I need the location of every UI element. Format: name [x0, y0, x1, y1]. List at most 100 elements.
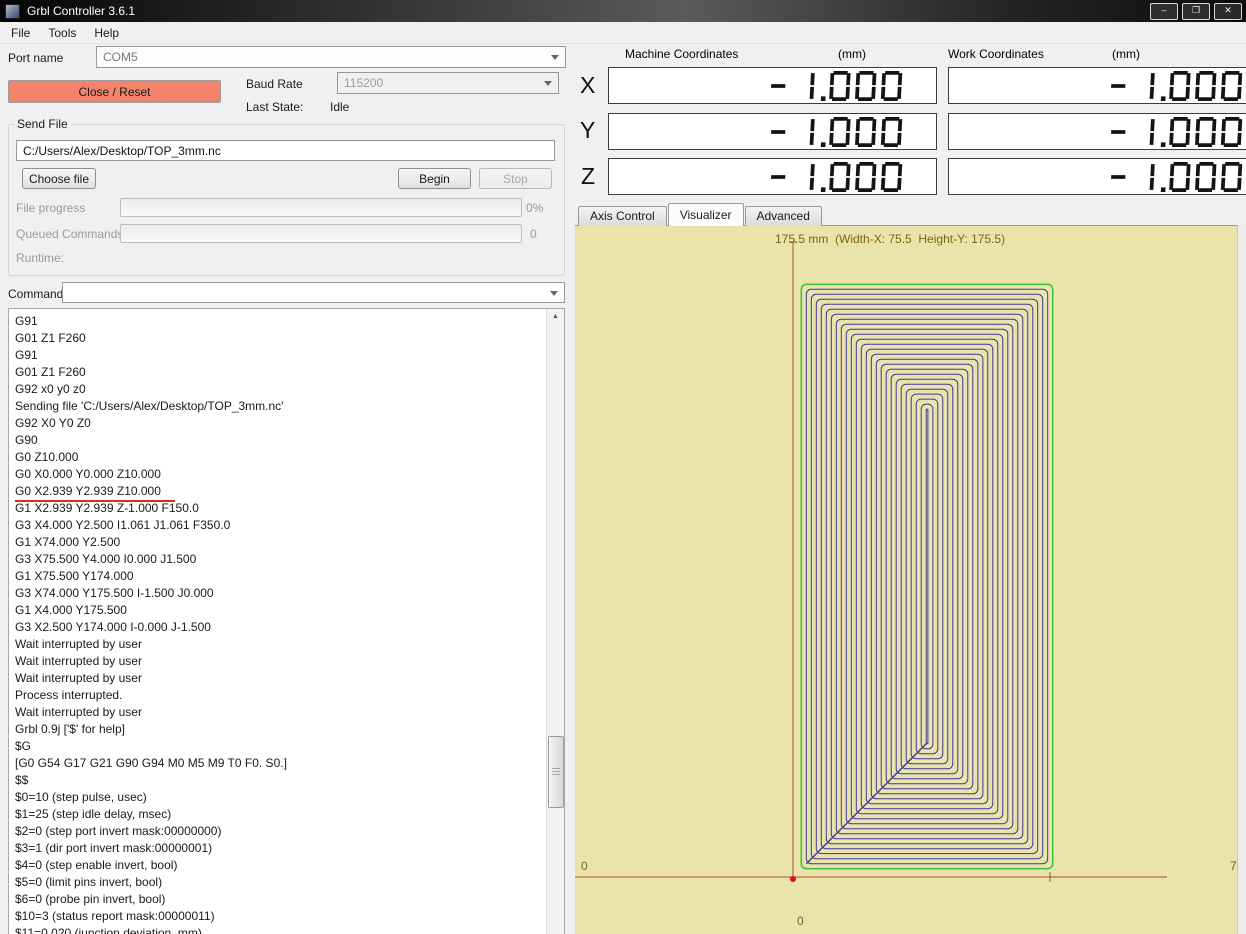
titlebar: Grbl Controller 3.6.1 – ❐ ✕	[0, 0, 1246, 22]
log-line: Process interrupted.	[15, 688, 123, 702]
machine-z-display	[608, 158, 937, 195]
log-line: [G0 G54 G17 G21 G90 G94 M0 M5 M9 T0 F0. …	[15, 756, 287, 770]
log-line: G1 X4.000 Y175.500	[15, 603, 127, 617]
log-line: $11=0.020 (junction deviation, mm)	[15, 926, 202, 934]
app-icon	[5, 3, 20, 19]
command-input[interactable]	[62, 282, 565, 303]
chevron-down-icon	[544, 81, 552, 86]
log-line: $G	[15, 739, 32, 753]
tab-advanced[interactable]: Advanced	[744, 206, 822, 226]
port-name-label: Port name	[8, 51, 64, 65]
work-units-label: (mm)	[1112, 47, 1140, 61]
log-line: G0 X0.000 Y0.000 Z10.000	[15, 467, 161, 481]
choose-file-label: Choose file	[28, 171, 90, 186]
visualizer-scrollbar[interactable]	[1237, 225, 1246, 934]
file-path-value: C:/Users/Alex/Desktop/TOP_3mm.nc	[23, 143, 221, 158]
log-line: Wait interrupted by user	[15, 637, 142, 651]
machine-units-label: (mm)	[838, 47, 866, 61]
baud-rate-label: Baud Rate	[246, 77, 303, 91]
log-line: G92 x0 y0 z0	[15, 382, 86, 396]
work-coordinates-header: Work Coordinates	[948, 47, 1044, 61]
log-line: $1=25 (step idle delay, msec)	[15, 807, 172, 821]
log-line: G3 X75.500 Y4.000 I0.000 J1.500	[15, 552, 197, 566]
log-line: G3 X2.500 Y174.000 I-0.000 J-1.500	[15, 620, 211, 634]
log-line: G1 X74.000 Y2.500	[15, 535, 121, 549]
app-window: Grbl Controller 3.6.1 – ❐ ✕ File Tools Hel…	[0, 0, 1246, 934]
log-line: G3 X74.000 Y175.500 I-1.500 J0.000	[15, 586, 214, 600]
log-line: Grbl 0.9j ['$' for help]	[15, 722, 125, 736]
log-line: G1 X2.939 Y2.939 Z-1.000 F150.0	[15, 501, 199, 515]
queued-commands-value: 0	[530, 227, 537, 241]
tab-visualizer[interactable]: Visualizer	[667, 203, 744, 226]
log-line: G3 X4.000 Y2.500 I1.061 J1.061 F350.0	[15, 518, 231, 532]
tab-bar: Axis Control Visualizer Advanced	[578, 203, 823, 226]
window-title: Grbl Controller 3.6.1	[27, 4, 136, 18]
log-line: $2=0 (step port invert mask:00000000)	[15, 824, 222, 838]
maximize-button[interactable]: ❐	[1182, 3, 1210, 20]
log-line: G92 X0 Y0 Z0	[15, 416, 91, 430]
queued-commands-bar	[120, 224, 522, 243]
log-line: $0=10 (step pulse, usec)	[15, 790, 147, 804]
console-log-content: G91 G01 Z1 F260 G91 G01 Z1 F260 G92 x0 y0 z0…	[9, 309, 547, 934]
log-line: G91	[15, 348, 38, 362]
runtime-label: Runtime:	[16, 251, 65, 265]
work-x-display	[948, 67, 1246, 104]
close-button[interactable]: ✕	[1214, 3, 1242, 20]
command-label: Command	[8, 287, 64, 301]
port-value: COM5	[103, 50, 138, 64]
begin-button[interactable]: Begin	[398, 168, 471, 189]
log-line: G91	[15, 314, 38, 328]
chevron-down-icon	[551, 55, 559, 60]
log-line: $5=0 (limit pins invert, bool)	[15, 875, 163, 889]
send-file-group-title: Send File	[14, 117, 71, 131]
scroll-up-icon[interactable]: ▲	[547, 309, 564, 325]
window-controls: – ❐ ✕	[1150, 3, 1242, 20]
axis-left-zero-label: 0	[581, 859, 588, 873]
log-line: $10=3 (status report mask:00000011)	[15, 909, 215, 923]
axis-bottom-zero-label: 0	[797, 914, 804, 928]
log-line: G0 X2.939 Y2.939 Z10.000	[15, 483, 547, 502]
log-line: $3=1 (dir port invert mask:00000001)	[15, 841, 213, 855]
log-line: $$	[15, 773, 29, 787]
visualizer-info-text: 175.5 mm (Width-X: 75.5 Height-Y: 175.5)	[775, 232, 1006, 246]
log-line: G01 Z1 F260	[15, 331, 86, 345]
close-reset-label: Close / Reset	[78, 84, 151, 99]
log-line: G90	[15, 433, 38, 447]
work-z-display	[948, 158, 1246, 195]
begin-label: Begin	[419, 171, 450, 186]
stop-button[interactable]: Stop	[479, 168, 552, 189]
log-line: G1 X75.500 Y174.000	[15, 569, 134, 583]
port-combobox[interactable]: COM5	[96, 46, 566, 68]
file-progress-bar	[120, 198, 522, 217]
file-path-input[interactable]: C:/Users/Alex/Desktop/TOP_3mm.nc	[16, 140, 555, 161]
last-state-value: Idle	[330, 100, 350, 114]
chevron-down-icon	[550, 290, 558, 296]
work-y-display	[948, 113, 1246, 150]
machine-y-display	[608, 113, 937, 150]
menu-item-file[interactable]: File	[2, 23, 39, 43]
log-line: G01 Z1 F260	[15, 365, 86, 379]
close-reset-button[interactable]: Close / Reset	[8, 80, 221, 103]
log-line: G0 Z10.000	[15, 450, 79, 464]
log-scrollbar-thumb[interactable]	[548, 736, 564, 808]
file-progress-value: 0%	[526, 201, 544, 215]
machine-coordinates-header: Machine Coordinates	[625, 47, 739, 61]
log-line: Wait interrupted by user	[15, 705, 142, 719]
baud-rate-value: 115200	[344, 76, 384, 90]
menu-item-help[interactable]: Help	[85, 23, 128, 43]
choose-file-button[interactable]: Choose file	[22, 168, 96, 189]
machine-x-display	[608, 67, 937, 104]
console-log[interactable]: G91 G01 Z1 F260 G91 G01 Z1 F260 G92 x0 y0 z0…	[8, 308, 565, 934]
queued-commands-label: Queued Commands	[16, 227, 124, 241]
stop-label: Stop	[503, 171, 528, 186]
minimize-button[interactable]: –	[1150, 3, 1178, 20]
toolpath-canvas	[575, 241, 1167, 882]
axis-label-y: Y	[580, 117, 596, 143]
log-scrollbar[interactable]: ▲	[546, 309, 564, 934]
log-line: $4=0 (step enable invert, bool)	[15, 858, 178, 872]
menu-item-tools[interactable]: Tools	[39, 23, 85, 43]
tab-axis-control[interactable]: Axis Control	[578, 206, 667, 226]
baud-rate-combobox[interactable]: 115200	[337, 72, 559, 94]
log-line: Sending file 'C:/Users/Alex/Desktop/TOP_…	[15, 399, 284, 413]
menubar: File Tools Help	[0, 22, 1246, 44]
